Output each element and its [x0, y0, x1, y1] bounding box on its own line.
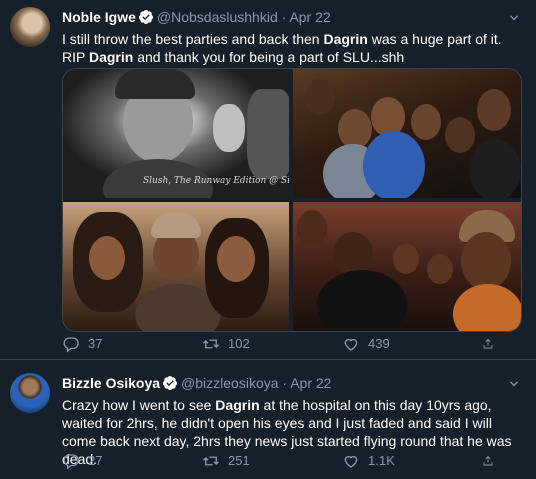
photo-3[interactable] — [63, 202, 289, 331]
separator-dot: · — [281, 9, 287, 25]
separator-dot: · — [282, 375, 288, 391]
reply-icon — [63, 454, 79, 470]
share-icon — [483, 338, 493, 349]
share-button[interactable] — [482, 334, 502, 354]
tweet-content: Noble Igwe @Nobsdaslushhkid · Apr 22 I st… — [62, 8, 524, 66]
verified-badge-icon — [162, 375, 178, 395]
retweet-icon — [203, 456, 219, 466]
tweet-actions: 37 102 439 — [62, 334, 502, 354]
tweet-date[interactable]: Apr 22 — [290, 375, 331, 391]
reply-button[interactable]: 27 — [62, 451, 172, 471]
like-count: 1.1K — [368, 453, 395, 468]
photo-caption: Slush, The Runway Edition @ Sive Bar — [143, 176, 289, 186]
share-button[interactable] — [482, 451, 502, 471]
author-handle[interactable]: @bizzleosikoya — [181, 375, 278, 391]
text-segment-bold: Dagrin — [215, 397, 260, 413]
like-count: 439 — [368, 336, 390, 351]
photo-1[interactable]: Slush, The Runway Edition @ Sive Bar — [63, 69, 289, 198]
text-segment: and thank you for being a part of SLU...… — [133, 49, 405, 65]
retweet-icon — [203, 339, 219, 349]
share-icon — [483, 455, 493, 466]
tweet-header: Noble Igwe @Nobsdaslushhkid · Apr 22 — [62, 8, 524, 26]
tweet-date[interactable]: Apr 22 — [289, 9, 330, 25]
tweet-actions: 27 251 1.1K — [62, 451, 502, 471]
author-name[interactable]: Bizzle Osikoya — [62, 375, 160, 391]
tweet-text: I still throw the best parties and back … — [62, 30, 524, 66]
photo-grid[interactable]: Slush, The Runway Edition @ Sive Bar — [62, 68, 522, 332]
reply-count: 37 — [88, 336, 103, 351]
like-icon — [344, 338, 358, 351]
avatar[interactable] — [10, 373, 50, 413]
tweet[interactable]: Bizzle Osikoya @bizzleosikoya · Apr 22 Cr… — [0, 360, 536, 479]
text-segment: I still throw the best parties and back … — [62, 31, 324, 47]
tweet[interactable]: Noble Igwe @Nobsdaslushhkid · Apr 22 I st… — [0, 0, 536, 360]
text-segment-bold: Dagrin — [323, 31, 368, 47]
retweet-button[interactable]: 102 — [202, 334, 312, 354]
reply-button[interactable]: 37 — [62, 334, 172, 354]
retweet-count: 251 — [228, 453, 250, 468]
like-button[interactable]: 439 — [342, 334, 452, 354]
retweet-count: 102 — [228, 336, 250, 351]
photo-2[interactable] — [293, 69, 521, 198]
verified-badge-icon — [138, 9, 154, 29]
tweet-header: Bizzle Osikoya @bizzleosikoya · Apr 22 — [62, 374, 524, 392]
chevron-down-icon[interactable] — [506, 10, 522, 26]
photo-4[interactable] — [293, 202, 521, 331]
chevron-down-icon[interactable] — [506, 376, 522, 392]
reply-icon — [63, 337, 79, 353]
retweet-button[interactable]: 251 — [202, 451, 312, 471]
text-segment: Crazy how I went to see — [62, 397, 216, 413]
author-handle[interactable]: @Nobsdaslushhkid — [157, 9, 278, 25]
text-segment-bold: Dagrin — [88, 49, 134, 65]
reply-count: 27 — [88, 453, 103, 468]
like-button[interactable]: 1.1K — [342, 451, 452, 471]
like-icon — [344, 455, 358, 468]
author-name[interactable]: Noble Igwe — [62, 9, 136, 25]
avatar[interactable] — [10, 7, 50, 47]
